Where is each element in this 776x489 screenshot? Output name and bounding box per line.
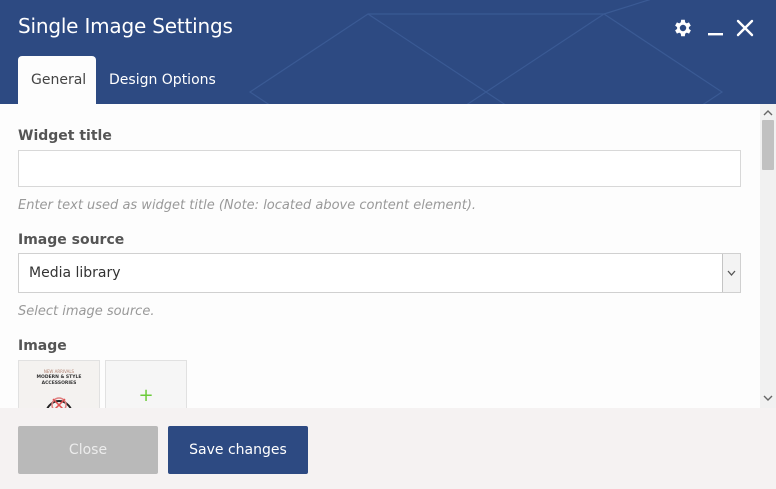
modal-title: Single Image Settings [18, 14, 233, 38]
image-source-select[interactable]: Media library [18, 253, 741, 293]
minimize-icon[interactable] [705, 17, 727, 39]
save-changes-button[interactable]: Save changes [168, 426, 308, 474]
scroll-up-icon[interactable] [760, 106, 776, 120]
image-thumbnail[interactable]: NEW ARRIVALS MODERN & STYLE ACCESSORIES [18, 360, 100, 408]
scroll-down-icon[interactable] [760, 391, 776, 405]
select-arrow[interactable] [722, 254, 740, 292]
image-label: Image [18, 338, 67, 354]
tab-general[interactable]: General [18, 56, 96, 104]
modal-content: Widget title Enter text used as widget t… [0, 104, 760, 408]
add-plus-icon: + [138, 385, 154, 406]
add-image-button[interactable]: + [105, 360, 187, 408]
content-scrollbar[interactable] [760, 104, 776, 408]
close-icon[interactable] [734, 17, 756, 39]
image-source-hint: Select image source. [18, 304, 155, 319]
image-source-selected: Media library [29, 265, 121, 281]
modal-footer: Close Save changes [0, 408, 776, 489]
widget-title-hint: Enter text used as widget title (Note: l… [18, 198, 477, 213]
gear-icon[interactable] [672, 17, 694, 39]
widget-title-label: Widget title [18, 128, 112, 144]
modal-header: Single Image Settings General Design Opt… [0, 0, 776, 104]
chevron-down-icon [727, 270, 736, 276]
scrollbar-thumb[interactable] [762, 120, 774, 170]
thumbnail-graphic [46, 397, 72, 408]
image-source-label: Image source [18, 232, 125, 248]
widget-title-input[interactable] [18, 150, 741, 187]
close-button[interactable]: Close [18, 426, 158, 474]
single-image-settings-modal: Single Image Settings General Design Opt… [0, 0, 776, 489]
tab-design-options[interactable]: Design Options [96, 56, 229, 104]
